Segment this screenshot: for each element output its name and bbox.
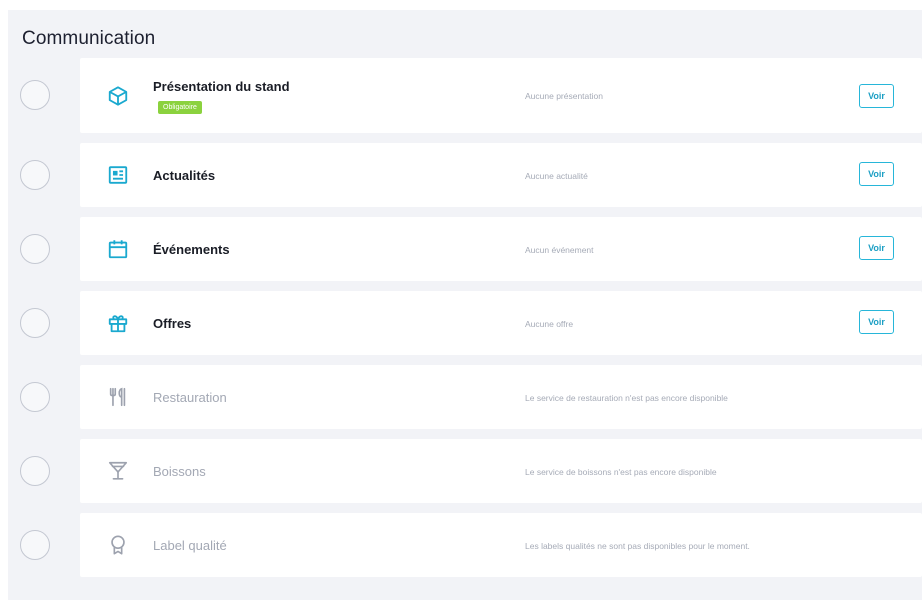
item-card: Actualités Aucune actualité Voir [80,143,922,207]
list-item: Restauration Le service de restauration … [8,365,922,429]
section-title: Communication [22,28,156,49]
row-select-radio[interactable] [20,382,50,412]
item-card: Présentation du stand Obligatoire Aucune… [80,58,922,133]
list-item: Actualités Aucune actualité Voir [8,143,922,207]
cocktail-icon [106,459,130,483]
award-icon [106,533,130,557]
item-title: Présentation du stand [153,79,290,94]
item-card: Boissons Le service de boissons n'est pa… [80,439,922,503]
row-select-radio[interactable] [20,160,50,190]
view-button[interactable]: Voir [859,162,894,186]
row-select-radio[interactable] [20,80,50,110]
row-select-radio[interactable] [20,456,50,486]
item-description: Aucune offre [525,319,574,329]
item-card: Événements Aucun événement Voir [80,217,922,281]
view-button[interactable]: Voir [859,310,894,334]
calendar-icon [106,237,130,261]
list-item: Boissons Le service de boissons n'est pa… [8,439,922,503]
list-item: Offres Aucune offre Voir [8,291,922,355]
item-description: Aucune présentation [525,91,603,101]
item-title: Boissons [153,464,206,479]
fork-knife-icon [106,385,130,409]
item-card: Offres Aucune offre Voir [80,291,922,355]
row-select-radio[interactable] [20,234,50,264]
item-description: Le service de restauration n'est pas enc… [525,393,728,403]
gift-icon [106,311,130,335]
item-card: Restauration Le service de restauration … [80,365,922,429]
item-description: Les labels qualités ne sont pas disponib… [525,541,750,551]
item-title: Actualités [153,168,216,183]
list-item: Label qualité Les labels qualités ne son… [8,513,922,577]
list-item: Événements Aucun événement Voir [8,217,922,281]
view-button[interactable]: Voir [859,236,894,260]
item-description: Aucune actualité [525,171,588,181]
item-description: Le service de boissons n'est pas encore … [525,467,717,477]
row-select-radio[interactable] [20,308,50,338]
item-title: Label qualité [153,538,227,553]
item-title: Événements [153,242,230,257]
item-title: Restauration [153,390,227,405]
row-select-radio[interactable] [20,530,50,560]
required-badge: Obligatoire [158,101,202,114]
item-card: Label qualité Les labels qualités ne son… [80,513,922,577]
list-item: Présentation du stand Obligatoire Aucune… [8,58,922,133]
view-button[interactable]: Voir [859,84,894,108]
box-icon [106,84,130,108]
news-icon [106,163,130,187]
item-description: Aucun événement [525,245,594,255]
communication-panel: Communication Présentation du stand Obli… [8,10,922,600]
item-title: Offres [153,316,192,331]
